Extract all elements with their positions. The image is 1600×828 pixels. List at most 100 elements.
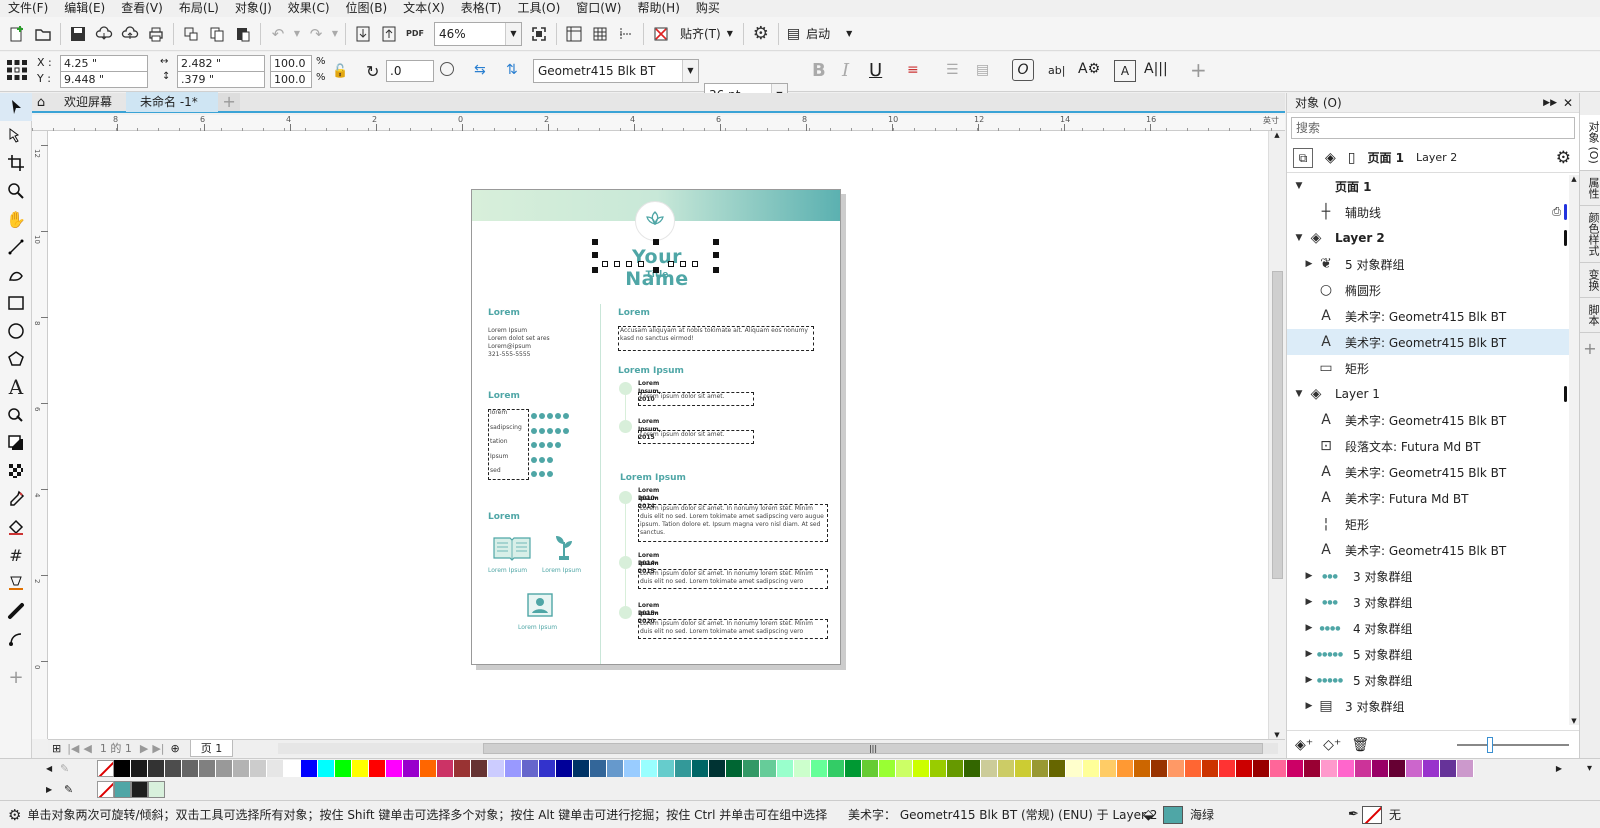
color-swatch[interactable] — [1168, 760, 1185, 777]
wordart-settings-icon[interactable]: A⚙ — [1078, 61, 1100, 77]
color-swatch[interactable] — [1253, 760, 1270, 777]
document-color-swatch[interactable] — [114, 780, 131, 798]
menu-item[interactable]: 对象(J) — [227, 0, 280, 16]
add-tool-icon[interactable]: + — [0, 663, 32, 691]
skill-row[interactable]: tation — [489, 437, 579, 449]
menu-item[interactable]: 文本(X) — [395, 0, 453, 16]
expand-toggle-icon[interactable]: ▶ — [1303, 649, 1315, 659]
color-swatch[interactable] — [998, 760, 1015, 777]
color-swatch[interactable] — [250, 760, 267, 777]
color-swatch[interactable] — [607, 760, 624, 777]
interactive-fill-icon[interactable] — [0, 513, 32, 541]
object-tree-row[interactable]: ¦ 矩形 — [1287, 511, 1579, 537]
eyedropper-icon[interactable]: ✎ — [60, 762, 69, 775]
interest-label[interactable]: Lorem Ipsum — [518, 624, 557, 632]
selection-handle[interactable] — [592, 267, 598, 273]
interest-label[interactable]: Lorem Ipsum — [488, 567, 527, 575]
color-swatch[interactable] — [131, 760, 148, 777]
education-heading[interactable]: Lorem Ipsum — [618, 366, 684, 376]
object-tree-row[interactable]: ▶ ●●●●● 5 对象群组 — [1287, 667, 1579, 693]
contact-line[interactable]: Lorem@ipsum — [488, 343, 531, 351]
color-swatch[interactable] — [114, 760, 131, 777]
color-swatch[interactable] — [1440, 760, 1457, 777]
contact-heading[interactable]: Lorem — [488, 308, 520, 318]
expand-toggle-icon[interactable]: ▶ — [1303, 259, 1315, 269]
smart-fill-icon[interactable] — [0, 569, 32, 597]
color-swatch[interactable] — [539, 760, 556, 777]
interest-label[interactable]: Lorem Ipsum — [542, 567, 581, 575]
color-swatch[interactable] — [318, 760, 335, 777]
copy-icon[interactable] — [204, 21, 230, 47]
color-swatch[interactable] — [1185, 760, 1202, 777]
launch-dropdown[interactable]: ▤ 启动 ▼ — [787, 25, 852, 42]
logo-circle[interactable] — [635, 201, 675, 241]
underline-icon[interactable]: U — [869, 60, 882, 81]
mesh-fill-icon[interactable]: # — [0, 541, 32, 569]
expand-toggle-icon[interactable]: ▼ — [1293, 233, 1305, 243]
show-grid-icon[interactable] — [587, 21, 613, 47]
color-swatch[interactable] — [1066, 760, 1083, 777]
vertical-scrollbar[interactable]: ▲ ▼ — [1268, 131, 1285, 739]
object-tree-row[interactable]: ▭ 矩形 — [1287, 355, 1579, 381]
book-icon[interactable] — [492, 535, 532, 561]
snap-to-dropdown[interactable]: 贴齐(T) ▼ — [680, 25, 733, 42]
rotation-angle-field[interactable]: .0 — [386, 60, 434, 82]
education-desc[interactable]: Lorem ipsum dolor sit amet. — [640, 393, 752, 401]
selection-handle[interactable] — [713, 252, 719, 258]
resume-page[interactable]: Your Name Title Lorem Lorem Ipsum Lorem … — [471, 189, 841, 665]
blend-tool-icon[interactable] — [0, 625, 32, 653]
node-handle[interactable] — [668, 261, 674, 267]
horizontal-text-icon[interactable]: A — [1114, 60, 1136, 82]
new-document-icon[interactable] — [4, 21, 30, 47]
color-swatch[interactable] — [1270, 760, 1287, 777]
page-icon[interactable]: ▯ — [1348, 150, 1356, 166]
color-swatch[interactable] — [1406, 760, 1423, 777]
color-swatch[interactable] — [216, 760, 233, 777]
palette-scroll-right-icon[interactable]: ▶ — [1556, 764, 1562, 773]
color-swatch[interactable] — [182, 760, 199, 777]
selection-handle[interactable] — [592, 239, 598, 245]
contact-line[interactable]: Lorem dolot set ares — [488, 335, 550, 343]
expand-toggle-icon[interactable]: ▶ — [1303, 623, 1315, 633]
options-gear-icon[interactable]: ⚙ — [748, 21, 774, 47]
color-swatch[interactable] — [199, 760, 216, 777]
italic-icon[interactable]: I — [842, 60, 849, 81]
scroll-thumb[interactable] — [1272, 271, 1283, 579]
print-icon[interactable] — [143, 21, 169, 47]
color-swatch[interactable] — [845, 760, 862, 777]
fill-bucket-icon[interactable]: ⬙ — [1143, 807, 1154, 823]
eyedropper-tool-icon[interactable] — [0, 485, 32, 513]
color-swatch[interactable] — [386, 760, 403, 777]
horizontal-scrollbar[interactable]: ||| — [278, 743, 1278, 754]
outline-none-swatch[interactable] — [1362, 806, 1382, 824]
color-swatch[interactable] — [930, 760, 947, 777]
object-tree-row[interactable]: ⊡ 段落文本: Futura Md BT — [1287, 433, 1579, 459]
object-tree-row[interactable]: ▶ ●●●●● 5 对象群组 — [1287, 641, 1579, 667]
interests-heading[interactable]: Lorem — [488, 512, 520, 522]
palette-scroll-left-icon[interactable]: ◀ — [46, 764, 52, 773]
profile-heading[interactable]: Lorem — [618, 308, 650, 318]
color-swatch[interactable] — [828, 760, 845, 777]
snap-off-icon[interactable] — [648, 21, 674, 47]
bullet-list-icon[interactable]: ☰ — [946, 62, 959, 78]
color-swatch[interactable] — [760, 760, 777, 777]
object-tree-row[interactable]: ┼ 辅助线 ⎙ — [1287, 199, 1579, 225]
color-swatch[interactable] — [454, 760, 471, 777]
color-swatch[interactable] — [692, 760, 709, 777]
color-swatch[interactable] — [1355, 760, 1372, 777]
cloud-upload-icon[interactable] — [117, 21, 143, 47]
doc-palette-menu-icon[interactable]: ▶ — [46, 785, 52, 794]
new-layer-icon[interactable]: ◈⁺ — [1295, 737, 1313, 753]
skill-row[interactable]: sed — [489, 466, 579, 478]
zoom-slider[interactable] — [1457, 737, 1569, 753]
side-tab[interactable]: 对象 (O) — [1580, 115, 1600, 171]
mirror-horizontal-icon[interactable]: ⇆ — [474, 62, 486, 78]
menu-item[interactable]: 查看(V) — [113, 0, 171, 16]
selection-handle[interactable] — [653, 267, 659, 273]
menu-item[interactable]: 工具(O) — [509, 0, 568, 16]
color-swatch[interactable] — [301, 760, 318, 777]
menu-item[interactable]: 窗口(W) — [568, 0, 629, 16]
undo-icon[interactable]: ↶ — [265, 21, 291, 47]
height-field[interactable]: .379 " — [177, 71, 265, 88]
import-icon[interactable] — [350, 21, 376, 47]
